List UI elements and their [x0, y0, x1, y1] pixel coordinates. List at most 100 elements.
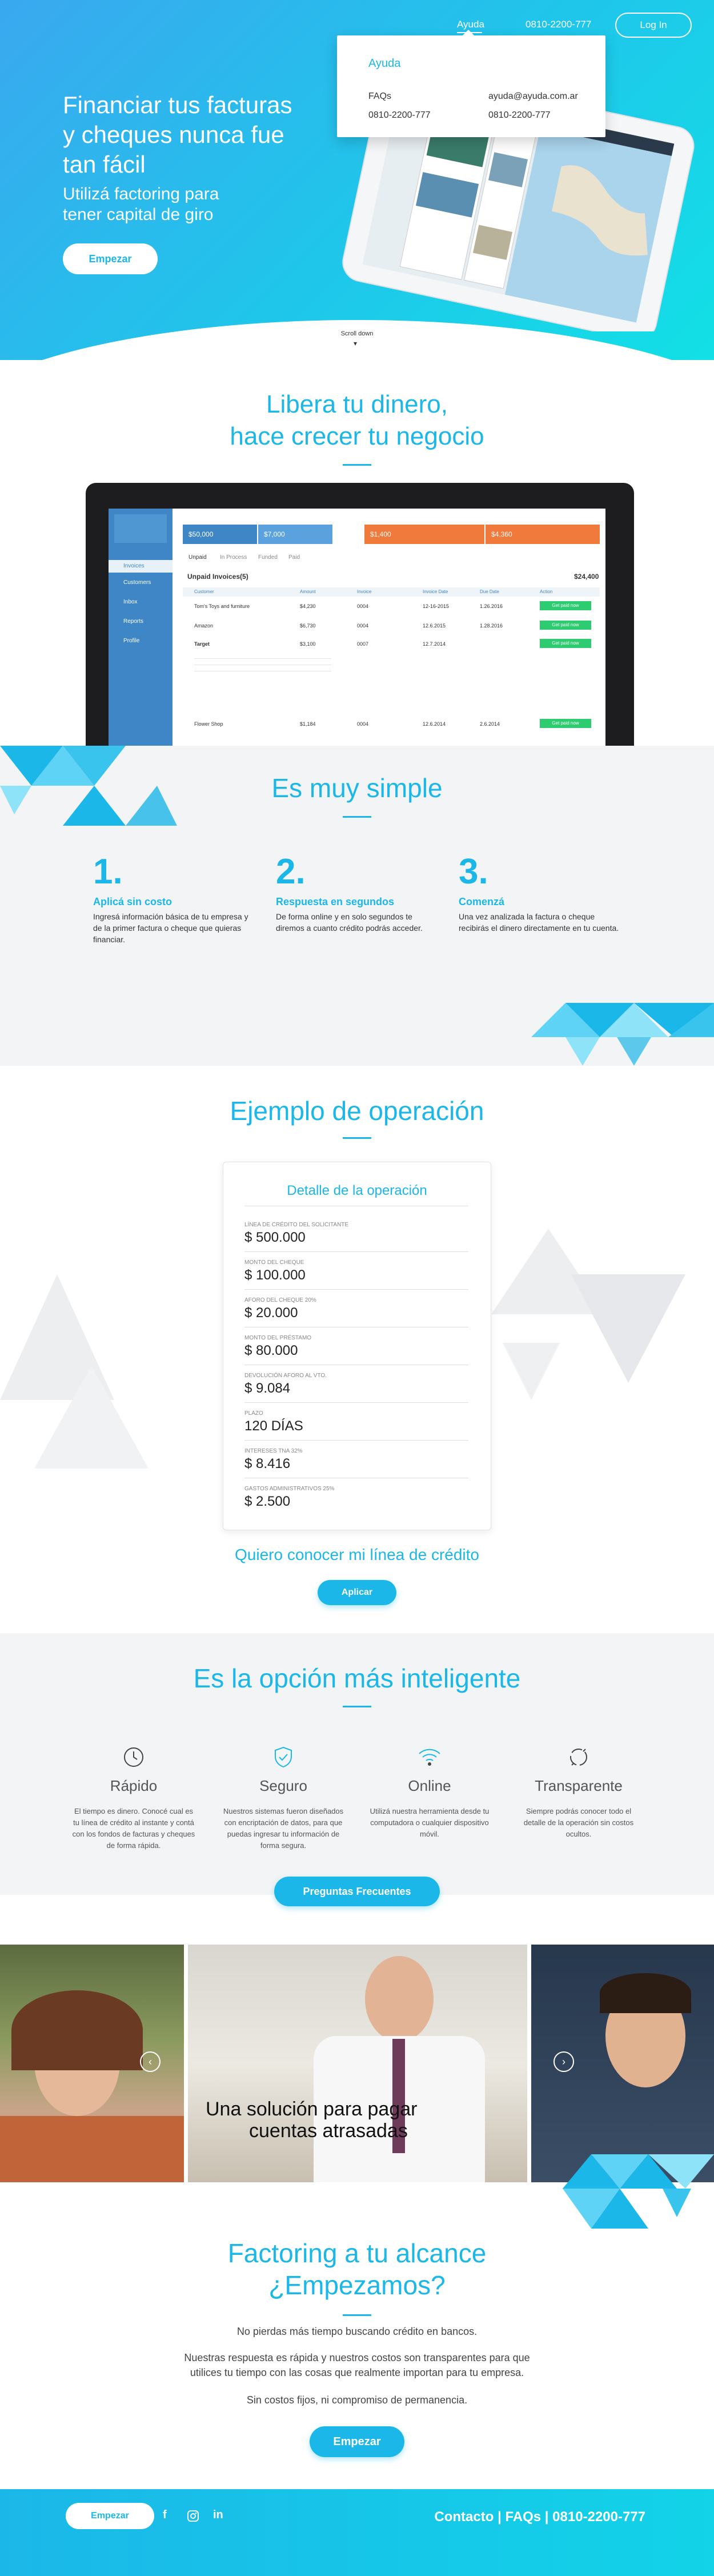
decorative-triangles: [531, 1003, 714, 1066]
dashboard-tab[interactable]: In Process: [220, 554, 247, 561]
operation-label: DEVOLUCIÓN AFORO al VTO.: [244, 1373, 327, 1379]
hair-shape: [600, 1973, 691, 2013]
footer-start-button[interactable]: Empezar: [66, 2503, 154, 2529]
table-cell: $3,100: [300, 641, 316, 647]
operation-label: GASTOS ADMINISTRATIVOS 25%: [244, 1486, 335, 1492]
dashboard-nav-item[interactable]: Invoices: [109, 560, 173, 573]
testimonial-photo-man: [188, 1945, 527, 2182]
ayuda-email-link[interactable]: ayuda@ayuda.com.ar: [488, 91, 578, 102]
feature-title: Online: [408, 1777, 451, 1794]
hero-subtitle-line: tener capital de giro: [63, 205, 214, 224]
credit-line-cta-text: Quiero conocer mi línea de crédito: [235, 1546, 479, 1563]
facebook-icon[interactable]: f: [163, 2509, 167, 2522]
dashboard-nav-item[interactable]: Reports: [123, 618, 143, 625]
get-paid-button[interactable]: Get paid now: [540, 621, 591, 630]
operation-label: MONTO DEL PRÉSTAMO: [244, 1335, 312, 1341]
table-cell: 1.28.2016: [480, 623, 503, 629]
table-cell: 2.6.2014: [480, 721, 500, 727]
wifi-icon: [419, 1749, 440, 1766]
col-header: Amount: [300, 589, 316, 594]
dashboard-total: $24,400: [574, 573, 599, 581]
row-details: [194, 653, 331, 673]
chevron-down-icon[interactable]: ▾: [354, 339, 357, 347]
table-cell: $4,230: [300, 603, 316, 609]
nav-ayuda-link[interactable]: Ayuda: [457, 19, 484, 30]
col-header: Customer: [194, 589, 214, 594]
table-cell: 0004: [357, 603, 369, 609]
instagram-icon[interactable]: [187, 2510, 199, 2522]
get-paid-button[interactable]: Get paid now: [540, 639, 591, 648]
operation-value: $ 500.000: [244, 1230, 306, 1245]
step-text: Ingresá información básica de tu empresa…: [93, 912, 248, 944]
libera-title-line: hace crecer tu negocio: [230, 422, 484, 450]
dashboard-nav-item[interactable]: Profile: [123, 638, 139, 644]
operation-card-title: Detalle de la operación: [287, 1183, 427, 1198]
dashboard-tab[interactable]: Funded: [258, 554, 278, 561]
libera-title: Libera tu dinero, hace crecer tu negocio: [0, 389, 714, 453]
step-number: 1.: [93, 852, 123, 891]
factoring-title-line: Factoring a tu alcance: [227, 2238, 487, 2268]
ejemplo-title: Ejemplo de operación: [230, 1096, 484, 1126]
step-text: De forma online y en solo segundos te di…: [276, 912, 423, 933]
table-cell: Amazon: [194, 623, 214, 629]
testimonial-quote-line: cuentas atrasadas: [249, 2120, 408, 2142]
operation-value: $ 80.000: [244, 1343, 298, 1358]
dashboard-tab[interactable]: Unpaid: [188, 554, 207, 561]
nav-phone[interactable]: 0810-2200-777: [526, 19, 591, 30]
title-underline: [343, 816, 371, 818]
dashboard-nav-item[interactable]: Customers: [123, 579, 151, 586]
footer-links[interactable]: Contacto | FAQs | 0810-2200-777: [400, 2509, 645, 2525]
table-cell: 0007: [357, 641, 369, 647]
apply-button[interactable]: Aplicar: [318, 1580, 396, 1605]
login-button[interactable]: Log In: [615, 13, 692, 38]
title-underline: [343, 2314, 371, 2316]
stat-box: $50,000: [183, 525, 257, 544]
table-cell: 12.6.2014: [423, 721, 446, 727]
operation-value: $ 8.416: [244, 1456, 291, 1471]
ayuda-faqs-link[interactable]: FAQs: [368, 91, 391, 102]
get-paid-button[interactable]: Get paid now: [540, 719, 591, 728]
faq-button[interactable]: Preguntas Frecuentes: [274, 1877, 440, 1906]
table-cell: Tom's Toys and furniture: [194, 603, 250, 609]
table-cell: $1,184: [300, 721, 316, 727]
dashboard-nav-item[interactable]: Inbox: [123, 599, 137, 605]
decorative-triangles: [563, 2154, 714, 2229]
hero-start-button[interactable]: Empezar: [63, 243, 158, 274]
linkedin-icon[interactable]: in: [213, 2509, 223, 2522]
carousel-prev-button[interactable]: ‹: [140, 2051, 161, 2072]
face-shape: [365, 1956, 434, 2042]
title-underline: [343, 1137, 371, 1139]
scroll-down-label[interactable]: Scroll down: [340, 330, 374, 337]
card-divider: [244, 1251, 468, 1252]
step-number: 3.: [459, 852, 488, 891]
factoring-paragraph-line: Nuestras respuesta es rápida y nuestros …: [184, 2352, 530, 2363]
feature-title: Transparente: [535, 1777, 623, 1794]
get-paid-button[interactable]: Get paid now: [540, 601, 591, 610]
table-cell: Flower Shop: [194, 721, 223, 727]
feature-title: Rápido: [110, 1777, 158, 1794]
table-cell: 12.6.2015: [423, 623, 446, 629]
step-text: Una vez analizada la factura o cheque re…: [459, 912, 619, 933]
factoring-start-button[interactable]: Empezar: [310, 2426, 404, 2457]
operation-label: PLAZO: [244, 1410, 263, 1417]
operation-label: INTERESES TNA 32%: [244, 1448, 303, 1454]
scarf-shape: [0, 2116, 184, 2182]
ayuda-phone2: 0810-2200-777: [488, 110, 551, 120]
step-title: Aplicá sin costo: [93, 896, 173, 907]
title-underline: [343, 464, 371, 466]
hair-shape: [11, 1990, 143, 2070]
table-cell: 12.7.2014: [423, 641, 446, 647]
table-cell: 0004: [357, 721, 369, 727]
testimonial-quote-line: Una solución para pagar: [206, 2098, 418, 2120]
hero-subtitle-line: Utilizá factoring para: [63, 185, 219, 203]
carousel-next-button[interactable]: ›: [553, 2051, 574, 2072]
hero-title: Financiar tus facturas y cheques nunca f…: [63, 90, 292, 179]
operation-label: AFORO DEL CHEQUE 20%: [244, 1297, 316, 1303]
hero-title-line: Financiar tus facturas: [63, 91, 292, 118]
step-title: Respuesta en segundos: [276, 896, 395, 907]
dashboard-tab[interactable]: Paid: [288, 554, 300, 561]
operation-value: $ 9.084: [244, 1381, 291, 1396]
factoring-paragraph: Nuestras respuesta es rápida y nuestros …: [0, 2350, 714, 2380]
clock-icon: [124, 1747, 143, 1767]
dashboard-logo: [114, 514, 167, 543]
